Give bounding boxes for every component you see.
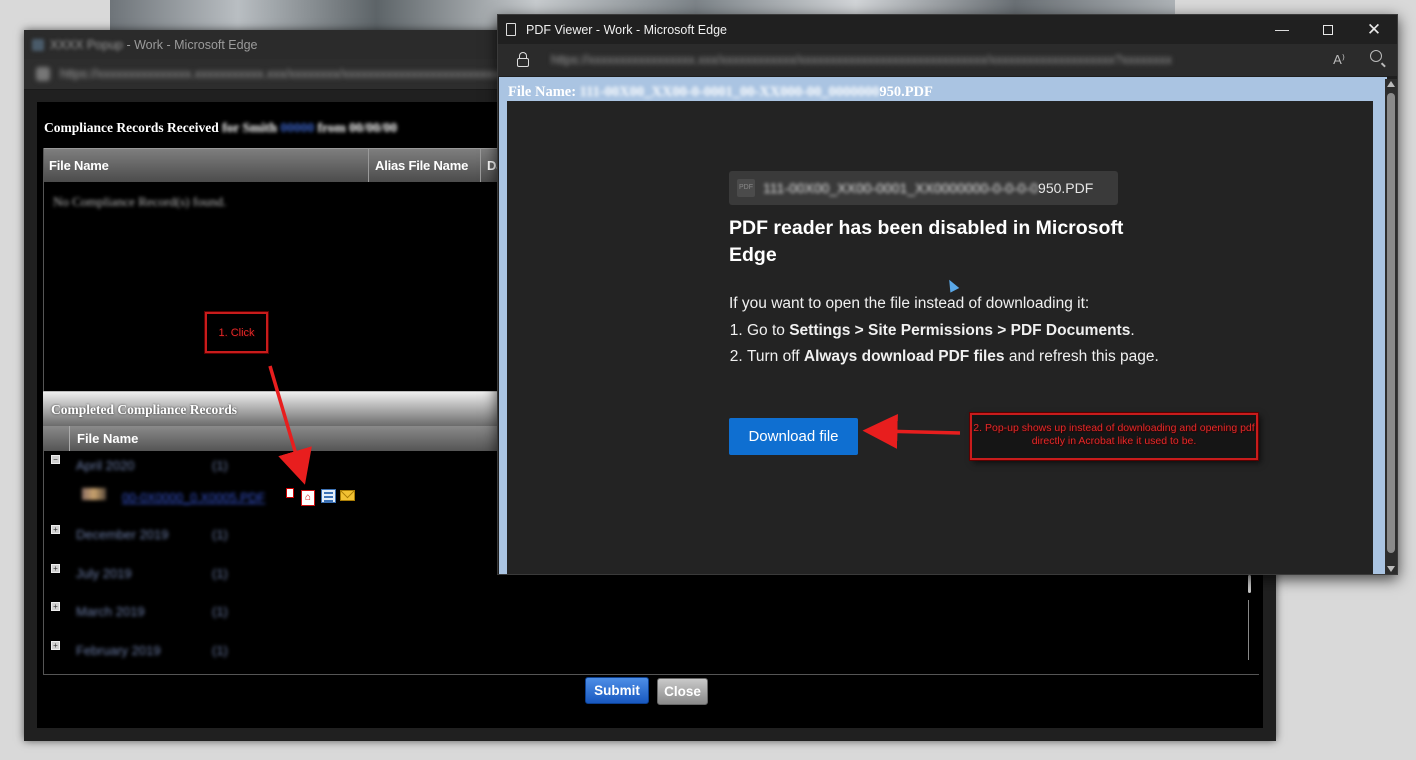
no-records-message: No Compliance Record(s) found. [53, 194, 227, 209]
instruction-step-2: Turn off Always download PDF files and r… [747, 344, 1189, 371]
maximize-button[interactable] [1305, 15, 1351, 44]
column-alias-file-name[interactable]: Alias File Name [369, 149, 481, 182]
close-window-button[interactable]: ✕ [1351, 15, 1397, 44]
submit-button[interactable]: Submit [585, 677, 649, 704]
lock-icon [36, 67, 50, 81]
instructions: If you want to open the file instead of … [729, 291, 1189, 371]
grid-scrollbar-thumb[interactable] [1248, 575, 1251, 593]
document-icon[interactable] [321, 489, 336, 503]
pdf-viewer-addressbar: https://xxxxxxxxxxxxxxxxx.xxx/xxxxxxxxxx… [498, 44, 1397, 76]
pdf-viewer-window: PDF Viewer - Work - Microsoft Edge — ✕ h… [497, 14, 1398, 575]
scrollbar-thumb[interactable] [1387, 93, 1395, 553]
expand-row-toggle[interactable]: + [51, 641, 60, 650]
document-icon [506, 23, 516, 36]
row-month: July 2019 [76, 566, 132, 581]
pdf-viewer-url[interactable]: https://xxxxxxxxxxxxxxxxx.xxx/xxxxxxxxxx… [551, 53, 1311, 67]
scroll-down-icon[interactable] [1387, 566, 1395, 572]
compliance-file-link[interactable]: 00-0X0000_0.X0005.PDF [122, 491, 265, 505]
pdf-icon[interactable]: ⌂ [301, 490, 315, 506]
annotation-click: 1. Click [205, 312, 268, 353]
pdf-file-icon: PDF [737, 179, 755, 197]
chip-file-name: 111-00X00_XX00-0001_XX0000000-0-0-0-0950… [763, 180, 1094, 196]
minimize-button[interactable]: — [1259, 15, 1305, 44]
pdf-disabled-heading: PDF reader has been disabled in Microsof… [729, 217, 1124, 266]
pdf-disabled-panel: PDF 111-00X00_XX00-0001_XX0000000-0-0-0-… [507, 101, 1373, 574]
file-thumbnail [82, 488, 106, 500]
row-month: March 2019 [76, 604, 145, 619]
grid-border [43, 674, 1259, 675]
column-file-name[interactable]: File Name [43, 149, 369, 182]
pdf-frame: File Name: 111-00X00_XX00-0-0001_00-XX00… [499, 77, 1387, 574]
app-icon [32, 38, 44, 51]
expand-row-toggle[interactable]: + [51, 525, 60, 534]
pdf-scrollbar[interactable] [1385, 79, 1397, 574]
row-count: (1) [212, 527, 228, 542]
expander-column [43, 426, 70, 451]
instruction-step-1: Go to Settings > Site Permissions > PDF … [747, 318, 1189, 345]
back-window-url[interactable]: https://xxxxxxxxxxxxxxx.xxxxxxxxxxx.xxx/… [60, 67, 565, 81]
expand-row-toggle[interactable]: + [51, 602, 60, 611]
instructions-intro: If you want to open the file instead of … [729, 295, 1090, 312]
row-count: (1) [212, 566, 228, 581]
pdf-viewer-title: PDF Viewer - Work - Microsoft Edge [526, 22, 727, 37]
row-count: (1) [212, 643, 228, 658]
row-count: (1) [212, 604, 228, 619]
row-month: December 2019 [76, 527, 169, 542]
file-name-header: File Name: 111-00X00_XX00-0-0001_00-XX00… [508, 84, 933, 100]
pdf-viewer-titlebar: PDF Viewer - Work - Microsoft Edge — ✕ [498, 15, 1397, 44]
read-aloud-icon[interactable]: A⁾ [1333, 52, 1345, 68]
row-count: (1) [212, 458, 228, 473]
download-file-button[interactable]: Download file [729, 418, 858, 455]
annotation-popup-note: 2. Pop-up shows up instead of downloadin… [970, 413, 1258, 460]
records-received-title: Compliance Records Received for Smith 00… [44, 120, 398, 135]
small-pdf-icon[interactable] [286, 488, 294, 498]
grid-scrollbar-track[interactable] [1248, 600, 1249, 660]
email-icon[interactable] [340, 490, 355, 501]
row-month: February 2019 [76, 643, 161, 658]
lock-icon[interactable] [517, 52, 529, 67]
completed-column-file-name[interactable]: File Name [77, 431, 138, 446]
scroll-up-icon[interactable] [1387, 81, 1395, 87]
file-chip: PDF 111-00X00_XX00-0001_XX0000000-0-0-0-… [729, 171, 1118, 205]
close-button[interactable]: Close [657, 678, 708, 705]
back-window-title: XXXX Popup - Work - Microsoft Edge [50, 37, 258, 52]
expand-row-toggle[interactable]: − [51, 455, 60, 464]
row-month: April 2020 [76, 458, 135, 473]
expand-row-toggle[interactable]: + [51, 564, 60, 573]
zoom-icon[interactable] [1370, 50, 1382, 62]
